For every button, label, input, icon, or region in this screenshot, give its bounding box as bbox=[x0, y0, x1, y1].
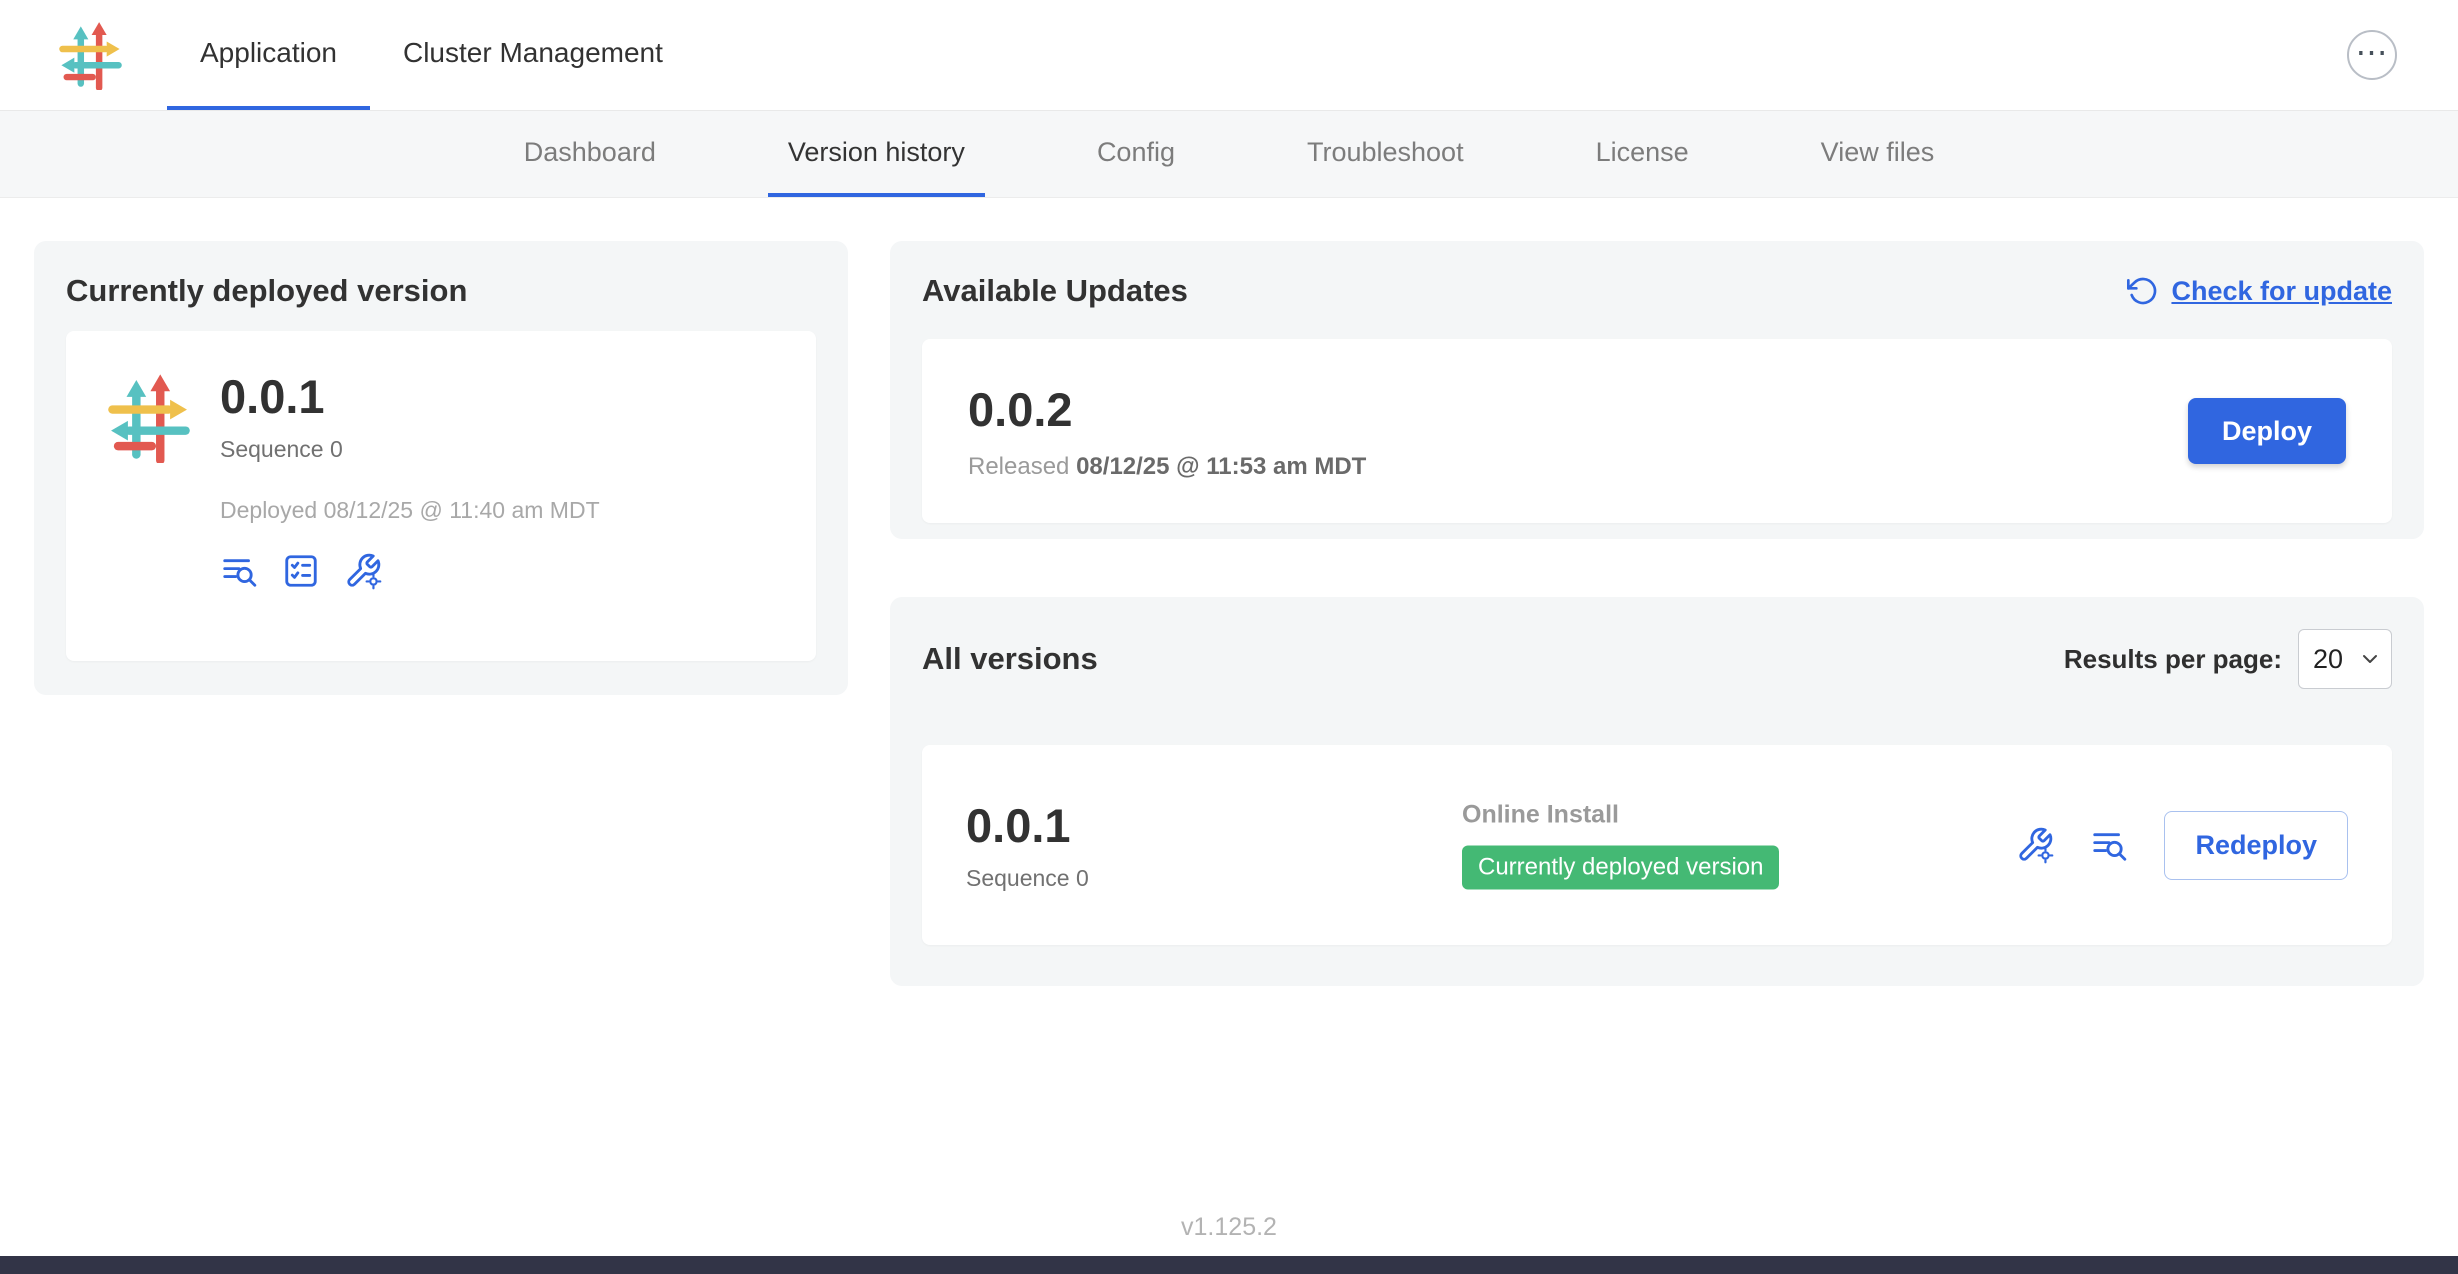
main-content: Currently deployed version 0.0.1 Sequenc… bbox=[0, 198, 2458, 1274]
install-type-label: Online Install bbox=[1462, 801, 1779, 830]
subnav-item-license[interactable]: License bbox=[1576, 111, 1709, 197]
currently-deployed-card: Currently deployed version 0.0.1 Sequenc… bbox=[34, 241, 848, 695]
available-updates-card: Available Updates Check for update 0.0.2… bbox=[890, 241, 2424, 539]
console-version: v1.125.2 bbox=[0, 1213, 2458, 1242]
check-for-update-link[interactable]: Check for update bbox=[2127, 275, 2392, 307]
tab-application[interactable]: Application bbox=[167, 0, 370, 110]
config-icon[interactable] bbox=[344, 552, 382, 590]
refresh-icon bbox=[2127, 275, 2159, 307]
app-logo-icon bbox=[56, 21, 125, 90]
version-row-details: 0.0.1 Sequence 0 bbox=[966, 798, 1089, 892]
app-subnav: Dashboard Version history Config Trouble… bbox=[0, 111, 2458, 198]
deployed-sequence: Sequence 0 bbox=[220, 436, 600, 463]
all-versions-card: All versions Results per page: 20 0. bbox=[890, 597, 2424, 986]
row-sequence: Sequence 0 bbox=[966, 865, 1089, 892]
released-date: 08/12/25 @ 11:53 am MDT bbox=[1076, 453, 1366, 480]
app-header: Application Cluster Management ⋯ bbox=[0, 0, 2458, 111]
bottom-bar bbox=[0, 1256, 2458, 1274]
deployed-version-panel: 0.0.1 Sequence 0 Deployed 08/12/25 @ 11:… bbox=[66, 331, 816, 661]
release-notes-icon[interactable] bbox=[2090, 826, 2128, 864]
results-per-page-label: Results per page: bbox=[2064, 644, 2282, 675]
deployed-timestamp: Deployed 08/12/25 @ 11:40 am MDT bbox=[220, 497, 600, 524]
release-notes-icon[interactable] bbox=[220, 552, 258, 590]
results-per-page-group: Results per page: 20 bbox=[2064, 629, 2392, 689]
version-row-status: Online Install Currently deployed versio… bbox=[1462, 801, 1779, 890]
released-prefix: Released bbox=[968, 453, 1069, 480]
app-icon bbox=[104, 373, 194, 463]
update-row: 0.0.2 Released 08/12/25 @ 11:53 am MDT D… bbox=[922, 339, 2392, 523]
all-versions-title: All versions bbox=[922, 641, 1098, 677]
deployed-version-details: 0.0.1 Sequence 0 Deployed 08/12/25 @ 11:… bbox=[220, 369, 600, 590]
subnav-item-config[interactable]: Config bbox=[1077, 111, 1195, 197]
version-row: 0.0.1 Sequence 0 Online Install Currentl… bbox=[922, 745, 2392, 945]
update-version-number: 0.0.2 bbox=[968, 382, 1366, 437]
ellipsis-icon: ⋯ bbox=[2356, 36, 2389, 68]
results-per-page-select[interactable]: 20 bbox=[2298, 629, 2392, 689]
version-row-actions: Redeploy bbox=[2016, 811, 2348, 880]
currently-deployed-title: Currently deployed version bbox=[66, 273, 816, 309]
available-updates-title: Available Updates bbox=[922, 273, 1188, 309]
deploy-button[interactable]: Deploy bbox=[2188, 398, 2346, 464]
subnav-item-dashboard[interactable]: Dashboard bbox=[504, 111, 676, 197]
page: Application Cluster Management ⋯ Dashboa… bbox=[0, 0, 2458, 1274]
deployed-actions bbox=[220, 552, 600, 590]
subnav-item-view-files[interactable]: View files bbox=[1801, 111, 1955, 197]
subnav-item-version-history[interactable]: Version history bbox=[768, 111, 985, 197]
header-tabs: Application Cluster Management bbox=[167, 0, 696, 110]
status-badge: Currently deployed version bbox=[1462, 846, 1779, 890]
overflow-menu-button[interactable]: ⋯ bbox=[2347, 30, 2397, 80]
config-icon[interactable] bbox=[2016, 826, 2054, 864]
check-for-update-label: Check for update bbox=[2171, 276, 2392, 307]
subnav-item-troubleshoot[interactable]: Troubleshoot bbox=[1287, 111, 1484, 197]
redeploy-button[interactable]: Redeploy bbox=[2164, 811, 2348, 880]
preflight-checks-icon[interactable] bbox=[282, 552, 320, 590]
tab-cluster-management[interactable]: Cluster Management bbox=[370, 0, 696, 110]
deployed-version-number: 0.0.1 bbox=[220, 369, 600, 424]
row-version-number: 0.0.1 bbox=[966, 798, 1089, 853]
update-released-line: Released 08/12/25 @ 11:53 am MDT bbox=[968, 453, 1366, 481]
update-details: 0.0.2 Released 08/12/25 @ 11:53 am MDT bbox=[968, 382, 1366, 481]
